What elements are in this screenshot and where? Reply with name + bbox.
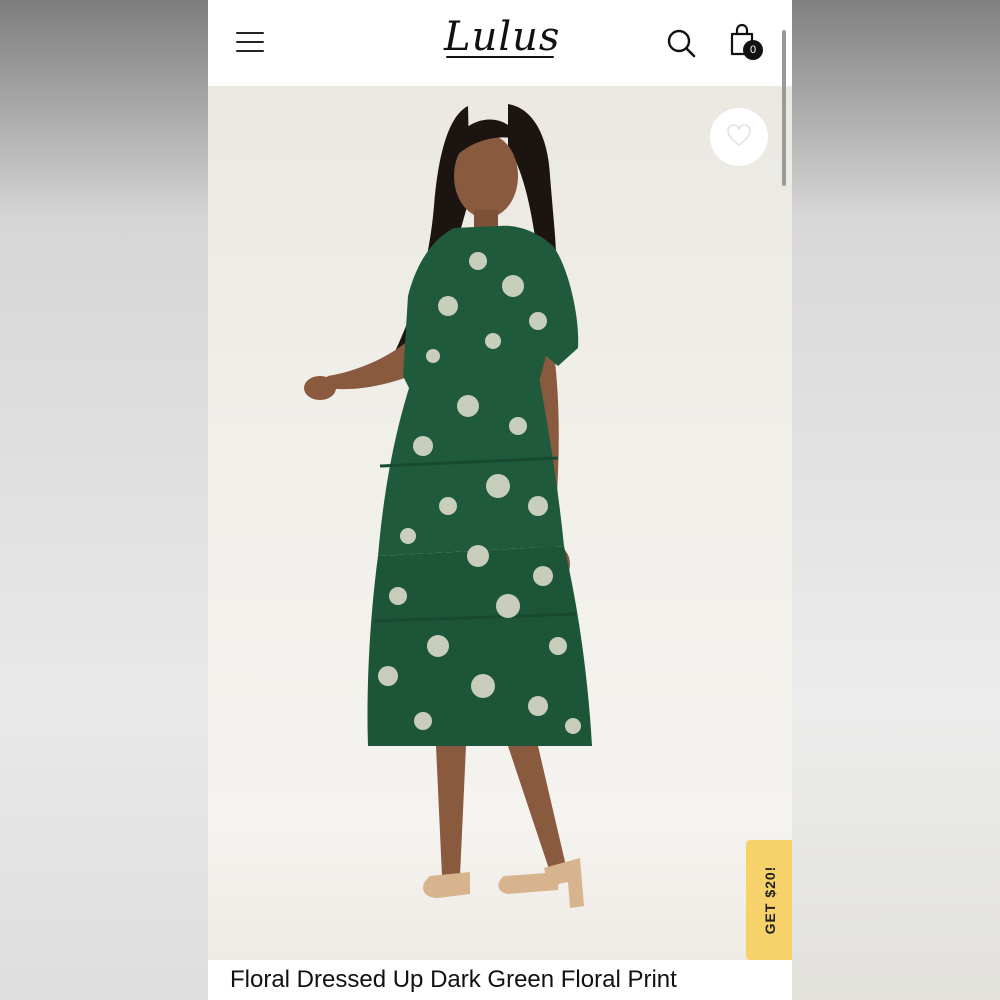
blurred-background-left (0, 0, 208, 1000)
hamburger-menu-icon[interactable] (236, 30, 266, 54)
mobile-screen: Lulus 0 GET $20! Floral Dressed Up Dark … (208, 0, 792, 1000)
blurred-background-right (792, 0, 1000, 1000)
scrollbar[interactable] (782, 30, 786, 186)
heart-icon (726, 123, 752, 152)
wishlist-button[interactable] (710, 108, 768, 166)
promo-label[interactable]: GET $20! (762, 866, 778, 935)
product-title: Floral Dressed Up Dark Green Floral Prin… (230, 966, 677, 993)
search-icon[interactable] (666, 28, 698, 60)
brand-logo[interactable]: Lulus (444, 14, 560, 60)
site-header: Lulus 0 (208, 0, 792, 86)
logo-underline (446, 56, 554, 58)
product-photo[interactable] (208, 86, 792, 960)
cart-count-badge: 0 (743, 40, 763, 60)
